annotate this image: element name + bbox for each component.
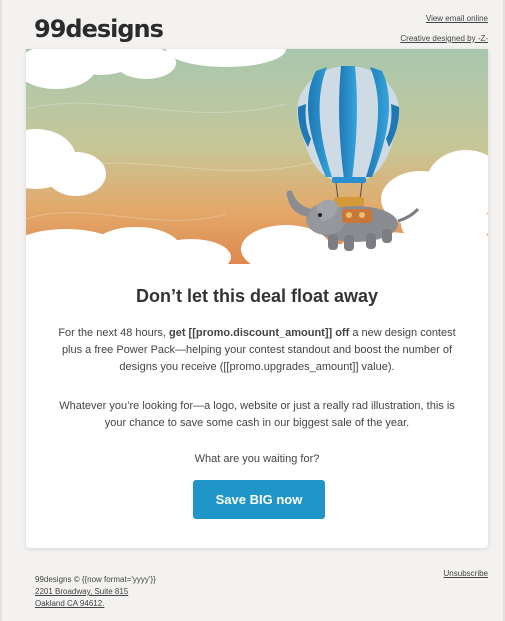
99designs-logo[interactable]: 99designs <box>34 15 164 43</box>
address-line-2-link[interactable]: Oakland CA 94612. <box>35 598 156 610</box>
unsubscribe-link[interactable]: Unsubscribe <box>444 569 488 578</box>
email-card: Don’t let this deal float away For the n… <box>26 49 488 548</box>
save-big-now-button[interactable]: Save BIG now <box>193 480 325 519</box>
offer-paragraph: For the next 48 hours, get [[promo.disco… <box>50 325 464 376</box>
header-links: View email online Creative designed by -… <box>400 14 488 53</box>
email-header: 99designs View email online Creative des… <box>26 10 488 46</box>
hero-illustration <box>26 49 488 264</box>
question-text: What are you waiting for? <box>194 453 320 465</box>
address-line-1-link[interactable]: 2201 Broadway, Suite 815 <box>35 586 156 598</box>
headline: Don’t let this deal float away <box>135 286 379 306</box>
footer-address-block: 99designs © {{now format='yyyy'}} 2201 B… <box>35 574 156 610</box>
hot-air-balloon-elephant-illustration <box>26 49 488 264</box>
sale-paragraph: Whatever you’re looking for—a logo, webs… <box>59 400 455 429</box>
creative-credit-link[interactable]: Creative designed by -Z- <box>400 34 488 44</box>
email-frame: 99designs View email online Creative des… <box>0 0 505 621</box>
copyright-text: 99designs © {{now format='yyyy'}} <box>35 575 156 584</box>
offer-text-pre: For the next 48 hours, <box>58 327 169 339</box>
offer-text-bold: get [[promo.discount_amount]] off <box>169 327 350 339</box>
view-email-online-link[interactable]: View email online <box>400 14 488 24</box>
